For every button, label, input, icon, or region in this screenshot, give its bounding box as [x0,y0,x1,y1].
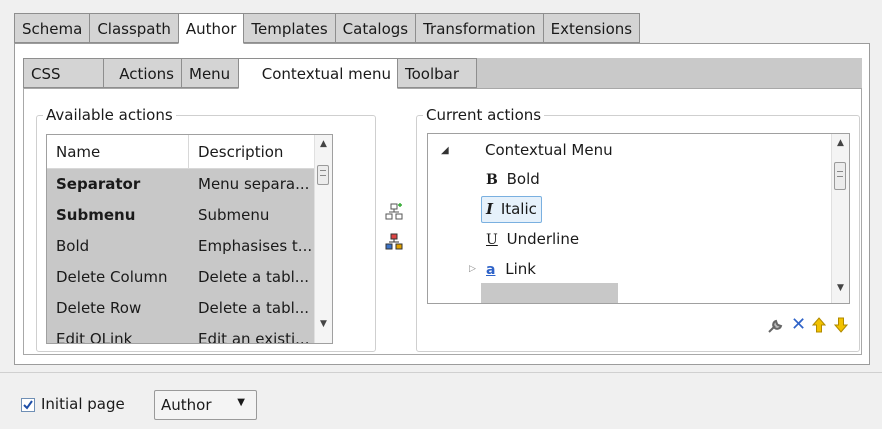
tab-classpath[interactable]: Classpath [89,13,179,43]
scroll-up-icon[interactable]: ▲ [315,139,332,149]
tree-node-italic[interactable]: I Italic [481,196,542,223]
table-row[interactable]: Delete Column Delete a tabl... [47,262,316,293]
tree-node-underline[interactable]: U Underline [486,226,579,252]
scroll-thumb[interactable] [834,162,846,190]
subtab-css[interactable]: CSS [23,58,104,88]
table-header: Name Description [47,135,316,169]
available-actions-legend: Available actions [46,106,173,124]
initial-page-label: Initial page [41,395,125,413]
row-name: Separator [56,175,141,193]
tab-schema[interactable]: Schema [14,13,91,43]
bold-icon: B [486,172,498,188]
italic-icon: I [486,200,494,218]
initial-page-select[interactable]: Author ▼ [154,390,257,420]
tree-node-label: Bold [506,170,540,188]
row-description: Delete a tabl... [198,299,310,317]
tree-node-label: Underline [506,230,580,248]
expand-arrow-icon[interactable]: ▷ [469,256,476,282]
main-tabbar: Schema Classpath Author Templates Catalo… [14,13,641,44]
add-submenu-icon[interactable] [385,233,403,255]
tree-node-label: Italic [500,200,537,218]
table-row[interactable]: Separator Menu separa... [47,169,316,200]
link-icon: a [486,262,496,278]
row-name: Bold [56,237,90,255]
tree-node-bold[interactable]: B Bold [486,166,540,192]
row-description: Menu separa... [198,175,310,193]
available-actions-table[interactable]: Name Description Separator Menu separa..… [46,134,333,344]
table-row[interactable]: Delete Row Delete a tabl... [47,293,316,324]
tab-catalogs[interactable]: Catalogs [334,13,417,43]
tree-node-root[interactable]: Contextual Menu [485,137,613,163]
wrench-icon[interactable] [766,318,784,340]
subtab-actions[interactable]: Actions [103,58,182,88]
row-description: Emphasises t... [198,237,313,255]
tree-node-label: Link [505,260,536,278]
bottom-separator [0,372,882,373]
tree-node-placeholder[interactable] [481,283,618,303]
add-action-icon[interactable] [385,203,403,225]
tab-templates[interactable]: Templates [243,13,336,43]
author-subtabs: CSS Actions Menu Contextual menu Toolbar [23,58,477,89]
row-description: Submenu [198,206,270,224]
table-row[interactable]: Bold Emphasises t... [47,231,316,262]
move-up-icon[interactable] [811,317,827,337]
scroll-down-icon[interactable]: ▼ [832,283,849,293]
column-header-description[interactable]: Description [189,135,316,169]
tab-extensions[interactable]: Extensions [542,13,641,43]
tab-transformation[interactable]: Transformation [415,13,544,43]
current-actions-legend: Current actions [426,106,542,124]
tree-node-link[interactable]: a Link [486,256,536,282]
table-row[interactable]: Edit OLink Edit an existi... [47,324,316,344]
row-name: Edit OLink [56,330,133,344]
delete-icon[interactable]: ✕ [791,314,806,335]
current-actions-tree[interactable]: ◢ Contextual Menu B Bold I Italic U Unde… [427,133,850,304]
scroll-down-icon[interactable]: ▼ [315,319,332,329]
subtab-menu[interactable]: Menu [181,58,239,88]
row-name: Delete Column [56,268,168,286]
row-name: Delete Row [56,299,142,317]
underline-icon: U [486,232,498,248]
collapse-arrow-icon[interactable]: ◢ [441,138,449,164]
row-name: Submenu [56,206,136,224]
move-down-icon[interactable] [833,317,849,337]
subtab-toolbar[interactable]: Toolbar [397,58,477,88]
chevron-down-icon: ▼ [237,397,245,408]
column-header-name[interactable]: Name [47,135,189,169]
scroll-up-icon[interactable]: ▲ [832,138,849,148]
tree-scrollbar[interactable]: ▲ ▼ [831,134,849,303]
initial-page-value: Author [161,396,212,414]
scroll-thumb[interactable] [317,165,329,185]
initial-page-checkbox[interactable] [21,398,35,412]
table-scrollbar[interactable]: ▲ ▼ [314,135,332,343]
tab-author[interactable]: Author [177,13,245,44]
table-row[interactable]: Submenu Submenu [47,200,316,231]
subtab-contextual-menu[interactable]: Contextual menu [238,58,398,89]
row-description: Edit an existi... [198,330,310,344]
row-description: Delete a tabl... [198,268,310,286]
